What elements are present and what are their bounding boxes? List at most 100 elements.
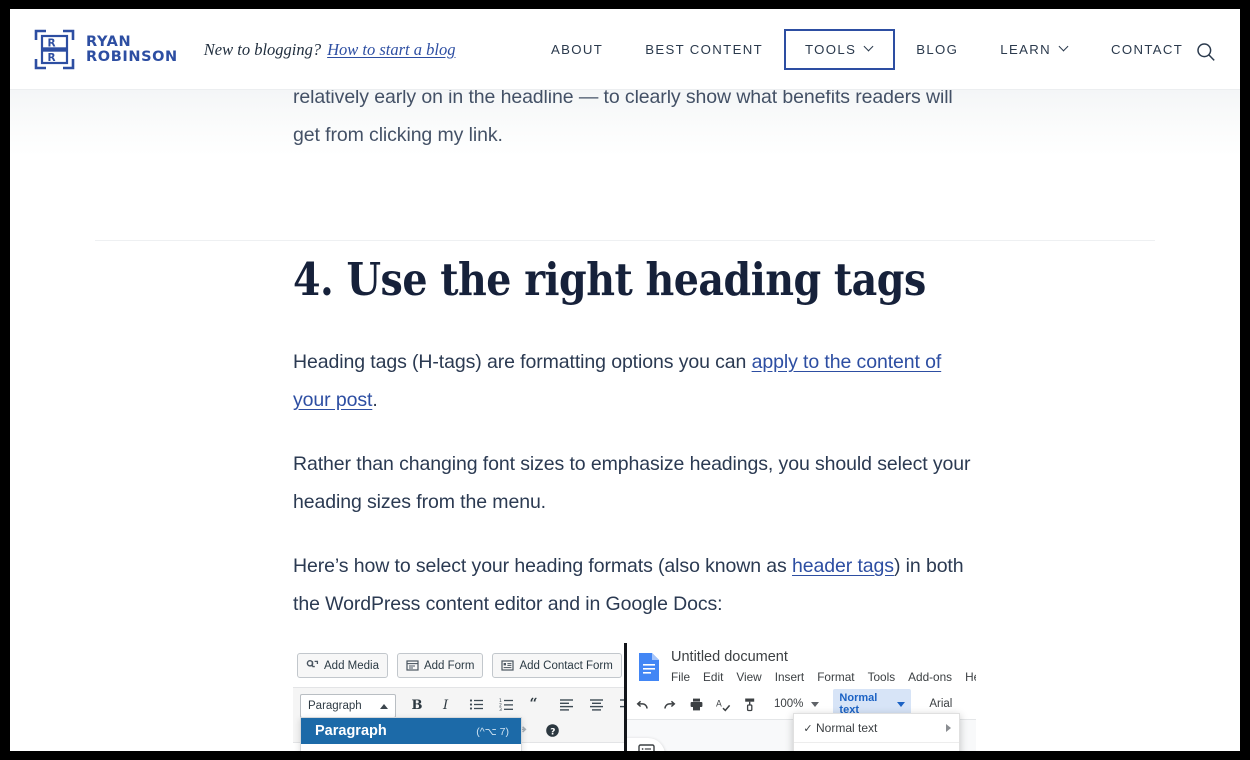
svg-text:3: 3 [499, 707, 502, 712]
paragraph-3-before: Here’s how to select your heading format… [293, 555, 792, 577]
paragraph-1-before: Heading tags (H-tags) are formatting opt… [293, 351, 752, 373]
svg-text:A: A [716, 699, 722, 709]
add-contact-form-button[interactable]: Add Contact Form [492, 653, 621, 678]
gd-menu-tools[interactable]: Tools [868, 670, 896, 684]
nav-item-blog[interactable]: BLOG [895, 29, 979, 70]
how-to-start-a-blog-link[interactable]: How to start a blog [327, 40, 455, 60]
logo-mark-icon: R R [33, 28, 76, 71]
logo-line-2: ROBINSON [86, 50, 178, 65]
wp-option-shortcut: (^⌥ 7) [476, 726, 509, 738]
gd-font-select[interactable]: Arial [929, 698, 976, 710]
gd-dropdown-option-normal-text[interactable]: ✓ Normal text [794, 714, 959, 743]
paragraph-2: Rather than changing font sizes to empha… [293, 445, 979, 521]
gd-zoom-select[interactable]: 100% [774, 698, 819, 710]
align-right-icon[interactable] [619, 697, 627, 712]
chevron-up-icon [380, 704, 388, 709]
wp-dropdown-option-heading-1[interactable]: Heading 1 (^⌥ 1) [301, 744, 521, 751]
chevron-down-icon [897, 702, 905, 707]
gd-menu-add-ons[interactable]: Add-ons [908, 670, 952, 684]
form-icon [406, 659, 419, 672]
gd-document-title[interactable]: Untitled document [671, 649, 788, 665]
embedded-screenshot: Add Media Add Form [293, 643, 979, 751]
svg-text:“: “ [530, 697, 538, 712]
wp-media-button-row: Add Media Add Form [297, 653, 622, 678]
bulleted-list-icon[interactable] [469, 697, 484, 712]
google-docs-panel: Untitled document File Edit View Insert … [627, 643, 976, 751]
document-outline-icon [638, 744, 655, 751]
add-form-label: Add Form [424, 660, 475, 672]
tagline-text: New to blogging? [204, 40, 321, 60]
svg-text:B: B [412, 698, 423, 712]
wp-option-label: Paragraph [315, 723, 387, 739]
google-docs-icon [637, 652, 661, 682]
add-contact-form-label: Add Contact Form [519, 660, 612, 672]
page-body: relatively early on in the headline — to… [10, 90, 1240, 751]
add-form-button[interactable]: Add Form [397, 653, 484, 678]
gd-outline-toggle[interactable] [627, 738, 665, 751]
nav-label: CONTACT [1111, 42, 1183, 57]
page-viewport: R R RYAN ROBINSON New to blogging? How t… [10, 9, 1240, 751]
wp-format-dropdown: Paragraph (^⌥ 7) Heading 1 (^⌥ 1) Headin… [300, 717, 522, 751]
gd-menu-view[interactable]: View [736, 670, 761, 684]
help-icon[interactable]: ? [545, 723, 560, 738]
blockquote-icon[interactable]: “ [529, 697, 544, 712]
check-icon: ✓ [800, 722, 816, 735]
chevron-down-icon [1060, 43, 1069, 52]
gd-dropdown-option-title[interactable]: Title [794, 743, 959, 751]
clipped-line-2: get from clicking my link. [293, 124, 503, 146]
browser-window-frame: R R RYAN ROBINSON New to blogging? How t… [0, 0, 1250, 760]
nav-item-best-content[interactable]: BEST CONTENT [624, 29, 784, 70]
align-center-icon[interactable] [589, 697, 604, 712]
gd-menu-insert[interactable]: Insert [775, 670, 805, 684]
gd-title-bar: Untitled document File Edit View Insert … [627, 643, 976, 689]
gd-menu-help[interactable]: Help [965, 670, 976, 684]
nav-label: LEARN [1000, 42, 1051, 57]
wp-dropdown-option-paragraph[interactable]: Paragraph (^⌥ 7) [301, 718, 521, 744]
chevron-down-icon [865, 43, 874, 52]
spellcheck-icon[interactable]: A [716, 697, 731, 712]
nav-label: ABOUT [551, 42, 603, 57]
gd-option-label: Title [816, 750, 940, 751]
contact-form-icon [501, 659, 514, 672]
submenu-arrow-icon [946, 724, 951, 732]
nav-label: TOOLS [805, 42, 856, 57]
nav-item-contact[interactable]: CONTACT [1090, 29, 1204, 70]
redo-icon[interactable] [662, 697, 677, 712]
gd-menu-bar: File Edit View Insert Format Tools Add-o… [671, 670, 976, 684]
gd-style-dropdown: ✓ Normal text Title Subtitle [793, 713, 960, 751]
header-tagline: New to blogging? How to start a blog [204, 40, 456, 60]
wp-format-select[interactable]: Paragraph [300, 694, 396, 718]
chevron-down-icon [811, 702, 819, 707]
paragraph-3: Here’s how to select your heading format… [293, 547, 979, 623]
site-logo[interactable]: R R RYAN ROBINSON [33, 28, 178, 71]
nav-item-about[interactable]: ABOUT [530, 29, 624, 70]
svg-text:I: I [442, 698, 449, 712]
align-left-icon[interactable] [559, 697, 574, 712]
italic-icon[interactable]: I [439, 697, 454, 712]
logo-line-1: RYAN [86, 35, 178, 50]
svg-text:R: R [48, 37, 56, 49]
nav-item-learn[interactable]: LEARN [979, 29, 1090, 70]
nav-label: BLOG [916, 42, 958, 57]
print-icon[interactable] [689, 697, 704, 712]
add-media-button[interactable]: Add Media [297, 653, 388, 678]
logo-wordmark: RYAN ROBINSON [86, 35, 178, 65]
bold-icon[interactable]: B [409, 697, 424, 712]
paragraph-1: Heading tags (H-tags) are formatting opt… [293, 343, 979, 419]
wp-toolbar-row-1: B I [409, 697, 627, 712]
header-tags-link[interactable]: header tags [792, 555, 894, 577]
gd-menu-file[interactable]: File [671, 670, 690, 684]
site-header: R R RYAN ROBINSON New to blogging? How t… [10, 9, 1240, 90]
paint-format-icon[interactable] [743, 697, 758, 712]
search-icon[interactable] [1195, 41, 1217, 63]
nav-item-tools[interactable]: TOOLS [784, 29, 895, 70]
gd-menu-format[interactable]: Format [817, 670, 854, 684]
undo-icon[interactable] [635, 697, 650, 712]
wp-format-select-value: Paragraph [308, 700, 362, 712]
gd-menu-edit[interactable]: Edit [703, 670, 723, 684]
numbered-list-icon[interactable]: 1 2 3 [499, 697, 514, 712]
svg-text:R: R [48, 52, 56, 64]
add-media-label: Add Media [324, 660, 379, 672]
media-icon [306, 659, 319, 672]
paragraph-1-after: . [372, 389, 377, 411]
